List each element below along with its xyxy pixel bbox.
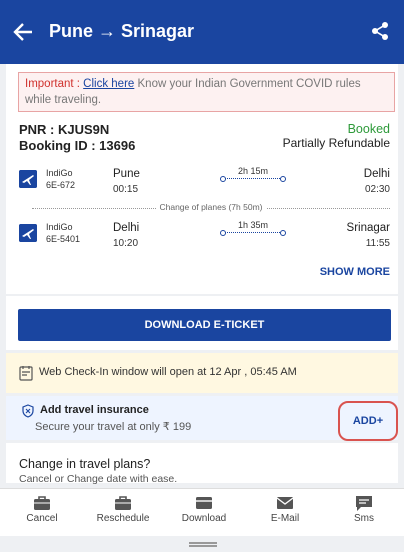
flight-number: 6E-672 [46, 180, 76, 190]
arrival-time: 02:30 [364, 184, 390, 195]
suitcase-icon [115, 496, 131, 510]
arrival-time: 11:55 [365, 238, 390, 249]
layover-divider: Change of planes (7h 50m) [32, 202, 390, 214]
flight-segment-1: IndiGo 6E-672 Pune 00:15 2h 15m Delhi 02… [6, 166, 398, 200]
flight-segment-2: IndiGo 6E-5401 Delhi 10:20 1h 35m Srinag… [6, 220, 398, 254]
shield-icon [22, 404, 34, 418]
mail-icon [276, 497, 294, 509]
flight-duration: 1h 35m [237, 220, 269, 230]
insurance-title: Add travel insurance [40, 404, 149, 416]
nav-download[interactable]: Download [164, 489, 244, 537]
pnr: PNR : KJUS9N [19, 122, 110, 137]
checkin-text: Web Check-In window will open at 12 Apr … [39, 366, 297, 378]
nav-cancel-label: Cancel [26, 513, 58, 524]
duration-line [220, 176, 286, 182]
trip-details-card: Important : Click here Know your Indian … [6, 64, 398, 294]
origin-city: Pune [113, 168, 140, 180]
nav-email[interactable]: E-Mail [245, 489, 325, 537]
nav-cancel[interactable]: Cancel [2, 489, 82, 537]
show-more-button[interactable]: SHOW MORE [320, 266, 390, 278]
add-insurance-button[interactable]: ADD+ [338, 401, 398, 441]
notice-important-label: Important : [25, 78, 80, 90]
change-plans-title: Change in travel plans? [19, 457, 151, 471]
nav-download-label: Download [181, 513, 227, 524]
web-checkin-banner: Web Check-In window will open at 12 Apr … [6, 353, 398, 393]
download-card: DOWNLOAD E-TICKET [6, 296, 398, 350]
drag-handle[interactable] [0, 536, 404, 552]
change-plans-card[interactable]: Change in travel plans? Cancel or Change… [6, 443, 398, 485]
refund-status: Partially Refundable [282, 136, 390, 150]
notice-click-here-link[interactable]: Click here [83, 78, 134, 90]
change-plans-subtitle: Cancel or Change date with ease. [19, 473, 178, 485]
download-eticket-button[interactable]: DOWNLOAD E-TICKET [18, 309, 391, 341]
insurance-subtitle: Secure your travel at only ₹ 199 [35, 421, 192, 433]
nav-sms[interactable]: Sms [324, 489, 404, 537]
suitcase-icon [34, 496, 50, 510]
app-header: Pune → Srinagar [0, 0, 404, 64]
status-badge: Booked [347, 122, 390, 136]
flight-duration: 2h 15m [237, 166, 269, 176]
duration-line [220, 230, 286, 236]
chat-icon [356, 496, 372, 511]
destination-city: Delhi [363, 168, 390, 180]
booking-id: Booking ID : 13696 [19, 138, 136, 153]
page-title: Pune → Srinagar [49, 21, 195, 41]
flight-number: 6E-5401 [46, 234, 81, 244]
nav-sms-label: Sms [354, 513, 374, 524]
card-icon [196, 497, 212, 509]
bottom-navigation: Cancel Reschedule Download E-Mail Sms [0, 488, 404, 536]
insurance-card: Add travel insurance Secure your travel … [6, 396, 398, 441]
origin-city: Delhi [113, 222, 140, 234]
nav-reschedule[interactable]: Reschedule [83, 489, 163, 537]
departure-time: 00:15 [113, 184, 139, 195]
destination-city: Srinagar [346, 222, 390, 234]
airline-name: IndiGo [46, 222, 73, 232]
handle-bar [189, 542, 217, 544]
checkin-calendar-icon [19, 366, 33, 381]
nav-reschedule-label: Reschedule [96, 513, 150, 524]
departure-time: 10:20 [113, 238, 139, 249]
layover-text: Change of planes (7h 50m) [156, 202, 266, 212]
covid-notice: Important : Click here Know your Indian … [18, 72, 395, 112]
airline-logo-icon [19, 170, 37, 188]
back-arrow-icon[interactable] [12, 20, 34, 44]
share-icon[interactable] [370, 21, 390, 41]
airline-logo-icon [19, 224, 37, 242]
airline-name: IndiGo [46, 168, 73, 178]
nav-email-label: E-Mail [270, 513, 300, 524]
